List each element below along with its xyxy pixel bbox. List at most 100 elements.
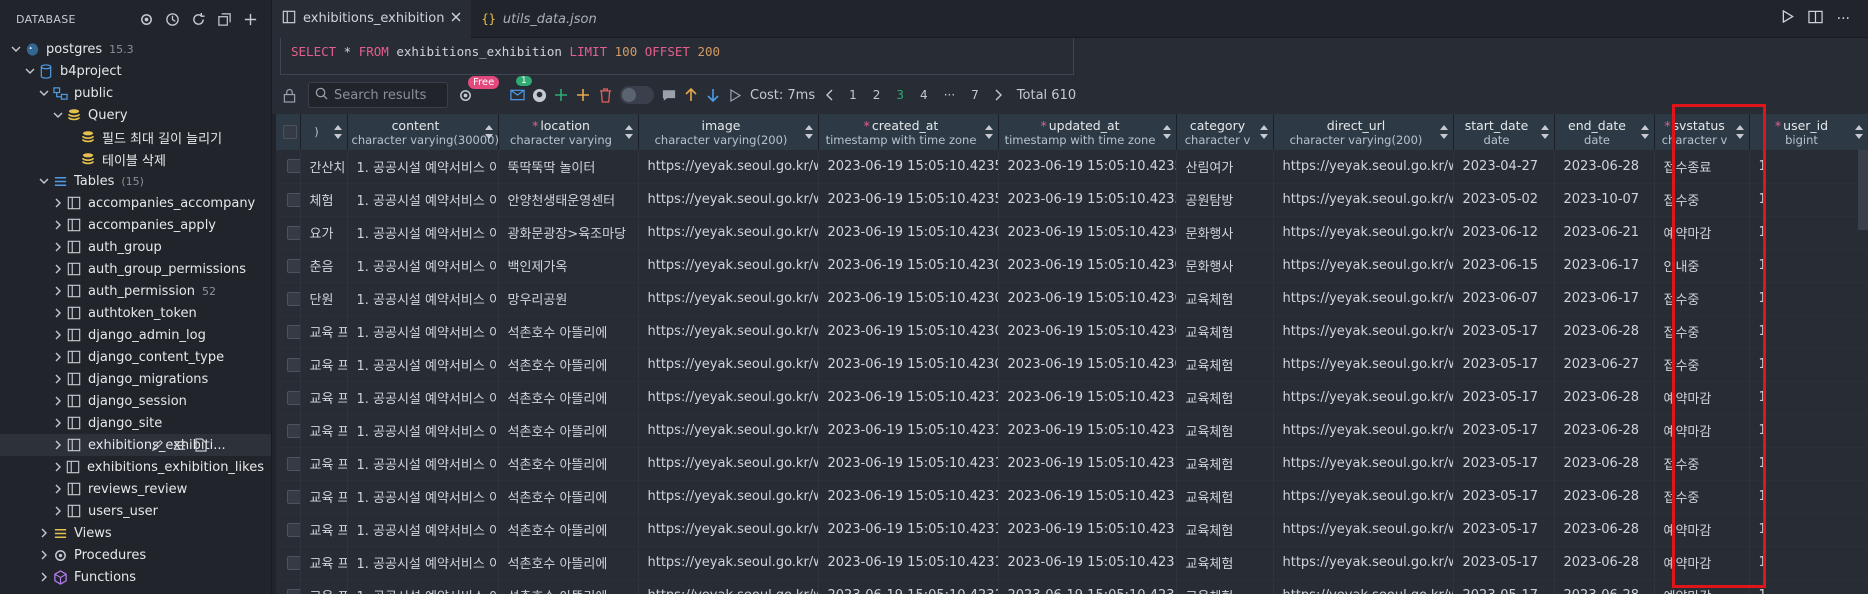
table-cell[interactable]: 석촌호수 아뜰리에 xyxy=(498,381,639,415)
chevron-right-icon[interactable] xyxy=(50,261,66,277)
refresh-icon[interactable] xyxy=(187,8,209,30)
table-cell[interactable]: 1 xyxy=(1749,381,1868,415)
gear-icon[interactable] xyxy=(135,8,157,30)
chevron-right-icon[interactable] xyxy=(987,84,1009,106)
tree-database-b4project[interactable]: b4project xyxy=(0,60,271,82)
sidebar-table-item[interactable]: authtoken_token xyxy=(0,302,271,324)
row-checkbox[interactable] xyxy=(287,192,299,207)
table-cell[interactable]: 교육체험 xyxy=(1176,348,1274,382)
chevron-left-icon[interactable] xyxy=(819,84,841,106)
table-cell[interactable]: 1 xyxy=(1749,546,1868,580)
table-cell[interactable]: https://yeyak.seoul.go.kr/web xyxy=(638,546,819,580)
table-cell[interactable]: https://yeyak.seoul.go.kr/web xyxy=(638,579,819,594)
sort-arrows-icon[interactable] xyxy=(984,124,994,140)
trash-icon[interactable] xyxy=(594,84,616,106)
table-cell[interactable]: 2023-10-07 xyxy=(1554,183,1655,217)
table-cell[interactable]: 교육 프 xyxy=(300,447,348,481)
table-cell[interactable]: 2023-06-07 xyxy=(1453,282,1555,316)
column-header[interactable]: image character varying(200) xyxy=(638,114,819,150)
sidebar-table-item[interactable]: exhibitions_exhibition_likes xyxy=(0,456,271,478)
column-header[interactable]: category character v xyxy=(1176,114,1274,150)
sidebar-table-item[interactable]: reviews_review xyxy=(0,478,271,500)
table-cell[interactable]: 춘음 xyxy=(300,249,348,283)
column-header[interactable]: * updated_at timestamp with time zone xyxy=(998,114,1177,150)
table-cell[interactable]: 2023-06-19 15:05:10.42353 xyxy=(818,183,999,217)
table-cell[interactable]: 2023-05-17 xyxy=(1453,513,1555,547)
table-cell[interactable]: 예약마감 xyxy=(1654,546,1750,580)
tree-connection-postgres[interactable]: postgres 15.3 xyxy=(0,38,271,60)
row-select-cell[interactable] xyxy=(276,447,301,481)
tree-tables-group[interactable]: Tables (15) xyxy=(0,170,271,192)
table-cell[interactable]: 1. 공공시설 예약서비스 이용 xyxy=(347,579,499,594)
page-link[interactable]: 2 xyxy=(873,88,881,102)
table-cell[interactable]: 2023-06-19 15:05:10.42313 xyxy=(998,447,1177,481)
sidebar-table-item[interactable]: auth_permission 52 xyxy=(0,280,271,302)
table-row[interactable]: 교육 프1. 공공시설 예약서비스 이용석촌호수 아뜰리에https://yey… xyxy=(276,546,1868,580)
table-cell[interactable]: 안양천생태운영센터 xyxy=(498,183,639,217)
table-cell[interactable]: 석촌호수 아뜰리에 xyxy=(498,315,639,349)
table-cell[interactable]: 1. 공공시설 예약서비스 이용 xyxy=(347,249,499,283)
table-cell[interactable]: 석촌호수 아뜰리에 xyxy=(498,447,639,481)
table-cell[interactable]: 1. 공공시설 예약서비스 이용 xyxy=(347,315,499,349)
table-cell[interactable]: 2023-05-17 xyxy=(1453,546,1555,580)
table-cell[interactable]: 1. 공공시설 예약서비스 이용 xyxy=(347,216,499,250)
sidebar-table-item[interactable]: auth_group_permissions xyxy=(0,258,271,280)
chevron-right-icon[interactable] xyxy=(50,371,66,387)
table-cell[interactable]: 2023-06-28 xyxy=(1554,150,1655,184)
table-cell[interactable]: 교육체험 xyxy=(1176,546,1274,580)
table-cell[interactable]: 2023-06-19 15:05:10.42311 xyxy=(998,381,1177,415)
table-cell[interactable]: 1. 공공시설 예약서비스 이용 xyxy=(347,414,499,448)
collapse-all-icon[interactable] xyxy=(213,8,235,30)
table-cell[interactable]: 2023-05-17 xyxy=(1453,315,1555,349)
table-cell[interactable]: 2023-06-19 15:05:10.42312 xyxy=(818,414,999,448)
sidebar-table-item[interactable]: auth_group xyxy=(0,236,271,258)
arrow-up-icon[interactable] xyxy=(680,84,702,106)
table-cell[interactable]: 2023-06-19 15:05:10.42318 xyxy=(818,579,999,594)
table-cell[interactable]: 2023-06-19 15:05:10.42309 xyxy=(818,348,999,382)
table-row[interactable]: 교육 프1. 공공시설 예약서비스 이용석촌호수 아뜰리에https://yey… xyxy=(276,414,1868,448)
table-row[interactable]: 교육 프1. 공공시설 예약서비스 이용석촌호수 아뜰리에https://yey… xyxy=(276,513,1868,547)
table-cell[interactable]: 2023-06-28 xyxy=(1554,513,1655,547)
table-cell[interactable]: 2023-06-19 15:05:10.42307 xyxy=(818,282,999,316)
tree-functions-group[interactable]: Functions xyxy=(0,566,271,588)
table-cell[interactable]: 2023-04-27 xyxy=(1453,150,1555,184)
table-cell[interactable]: 2023-06-28 xyxy=(1554,315,1655,349)
sidebar-table-item[interactable]: django_admin_log xyxy=(0,324,271,346)
table-cell[interactable]: 석촌호수 아뜰리에 xyxy=(498,513,639,547)
sort-arrows-icon[interactable] xyxy=(1540,124,1550,140)
column-header[interactable]: * created_at timestamp with time zone xyxy=(818,114,999,150)
row-checkbox[interactable] xyxy=(287,225,299,240)
chevron-down-icon[interactable] xyxy=(50,107,66,123)
run-play-icon[interactable] xyxy=(724,84,746,106)
page-link[interactable]: 1 xyxy=(849,88,857,102)
column-header[interactable]: direct_url character varying(200) xyxy=(1273,114,1454,150)
add-icon[interactable] xyxy=(239,8,261,30)
mail-icon[interactable]: 1 xyxy=(506,76,532,106)
chevron-down-icon[interactable] xyxy=(36,85,52,101)
chevron-right-icon[interactable] xyxy=(50,481,66,497)
table-cell[interactable]: https://yeyak.seoul.go.kr/web xyxy=(1273,216,1454,250)
table-cell[interactable]: 교육 프 xyxy=(300,513,348,547)
row-checkbox[interactable] xyxy=(287,159,299,174)
row-select-cell[interactable] xyxy=(276,315,301,349)
table-cell[interactable]: 2023-06-28 xyxy=(1554,579,1655,594)
table-cell[interactable]: 1 xyxy=(1749,414,1868,448)
table-cell[interactable]: 2023-06-28 xyxy=(1554,414,1655,448)
close-icon[interactable] xyxy=(451,11,461,26)
table-cell[interactable]: 교육체험 xyxy=(1176,414,1274,448)
query-item[interactable]: 테이블 삭제 xyxy=(0,148,271,170)
chevron-down-icon[interactable] xyxy=(36,173,52,189)
table-cell[interactable]: 2023-06-19 15:05:10.42353 xyxy=(998,183,1177,217)
table-cell[interactable]: 2023-05-17 xyxy=(1453,414,1555,448)
table-cell[interactable]: 1 xyxy=(1749,216,1868,250)
table-cell[interactable]: 교육 프 xyxy=(300,348,348,382)
search-input[interactable] xyxy=(334,87,438,103)
table-cell[interactable]: 접수중 xyxy=(1654,348,1750,382)
history-icon[interactable] xyxy=(161,8,183,30)
table-cell[interactable]: https://yeyak.seoul.go.kr/web xyxy=(638,315,819,349)
sidebar-table-item[interactable]: accompanies_accompany xyxy=(0,192,271,214)
table-cell[interactable]: 단원 xyxy=(300,282,348,316)
table-cell[interactable]: 2023-06-12 xyxy=(1453,216,1555,250)
chevron-right-icon[interactable] xyxy=(36,569,52,585)
table-cell[interactable]: 접수중 xyxy=(1654,315,1750,349)
